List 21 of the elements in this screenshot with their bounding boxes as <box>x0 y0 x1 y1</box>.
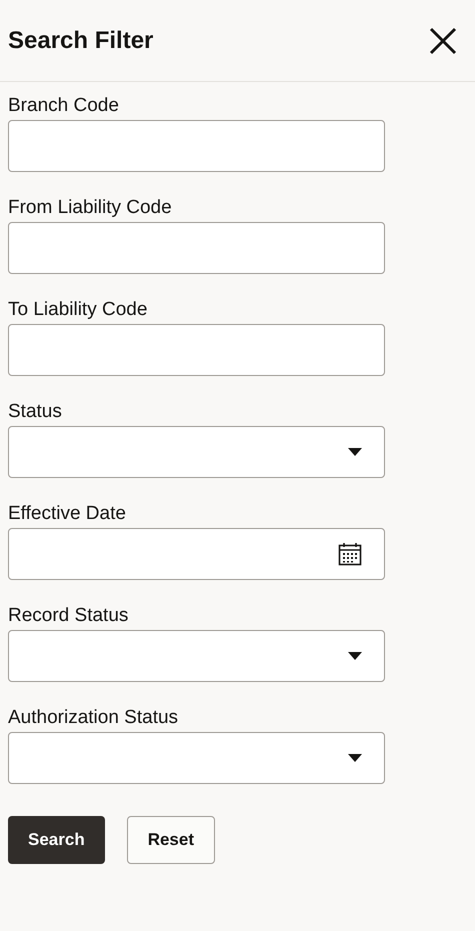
input-field[interactable] <box>8 222 385 274</box>
calendar-icon[interactable] <box>338 542 362 566</box>
dropdown-field[interactable] <box>8 732 385 784</box>
field-label: To Liability Code <box>8 298 148 322</box>
field-label: Branch Code <box>8 94 120 118</box>
caret-icon <box>348 652 362 660</box>
field-label: Authorization Status <box>8 706 180 730</box>
panel-title: Search Filter <box>8 26 154 56</box>
field-label: Record Status <box>8 604 130 628</box>
dropdown-field[interactable] <box>8 630 385 682</box>
caret-icon <box>348 754 362 762</box>
input-field[interactable] <box>8 324 385 376</box>
input-field[interactable] <box>8 120 385 172</box>
field-label: Effective Date <box>8 502 127 526</box>
field-label: Status <box>8 400 63 424</box>
date-field[interactable] <box>8 528 385 580</box>
field-label: From Liability Code <box>8 196 173 220</box>
reset-button[interactable]: Reset <box>126 816 216 864</box>
search-button[interactable]: Search <box>8 816 105 864</box>
caret-icon <box>348 448 362 456</box>
dropdown-field[interactable] <box>8 426 385 478</box>
